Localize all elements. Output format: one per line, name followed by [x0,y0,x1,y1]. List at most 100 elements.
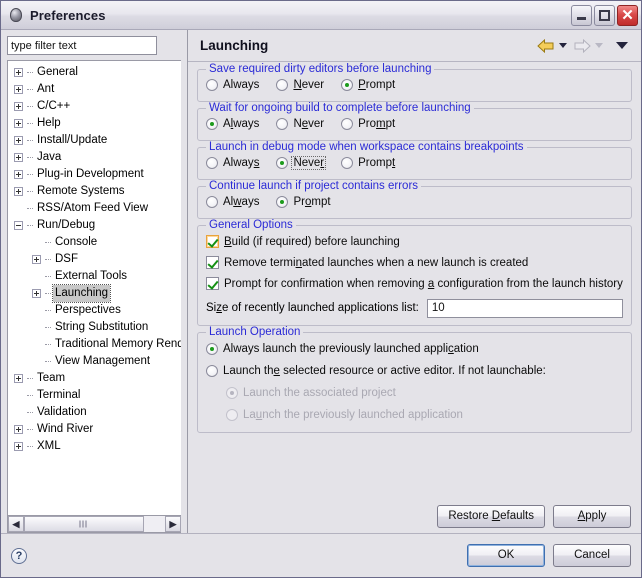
ok-button[interactable]: OK [467,544,545,567]
group-debug-mode-breakpoints: Launch in debug mode when workspace cont… [197,141,632,180]
radio-save-prompt[interactable]: Prompt [341,79,396,91]
radio-mark [276,79,289,91]
sidebar-item-validation[interactable]: Validation [8,404,181,421]
sidebar-item-dsf[interactable]: DSF [8,251,181,268]
sidebar-item-run-debug[interactable]: Run/Debug [8,217,181,234]
radio-debug-prompt[interactable]: Prompt [341,157,396,169]
sidebar-item-help[interactable]: Help [8,115,181,132]
back-dropdown-caret-icon[interactable] [559,43,567,48]
sidebar-item-rss-atom-feed-view[interactable]: RSS/Atom Feed View [8,200,181,217]
radio-mark [206,79,218,91]
sidebar-item-launching[interactable]: Launching [8,284,181,303]
radio-label: Prompt [358,118,396,130]
group-launch-operation: Launch Operation Always launch the previ… [197,326,632,433]
close-button[interactable]: ✕ [617,4,638,26]
radio-save-always[interactable]: Always [206,79,260,91]
radio-launch-selected-resource[interactable]: Launch the selected resource or active e… [206,365,547,377]
checkbox-build-before-launching[interactable]: Build (if required) before launching [206,231,623,252]
radio-errors-always[interactable]: Always [206,196,260,208]
sidebar-item-terminal[interactable]: Terminal [8,387,181,404]
radio-always-launch-previous[interactable]: Always launch the previously launched ap… [206,343,480,355]
radio-wait-prompt[interactable]: Prompt [341,118,396,130]
sidebar-item-c-c[interactable]: C/C++ [8,98,181,115]
preferences-tree[interactable]: General Ant C/C++ Help Install/Update Java Plu… [7,60,181,516]
eclipse-ball-icon [8,7,24,23]
group-legend: Launch in debug mode when workspace cont… [206,141,527,153]
apply-button[interactable]: Apply [553,504,631,528]
sidebar-item-traditional-memory-renderi[interactable]: Traditional Memory Renderi [8,336,181,353]
sidebar-item-label: Launching [51,284,112,303]
size-of-recent-list-input[interactable] [426,298,623,318]
radio-debug-always[interactable]: Always [206,157,260,169]
help-icon[interactable]: ? [11,547,27,564]
sidebar-item-console[interactable]: Console [8,234,181,251]
checkbox-remove-terminated-launches[interactable]: Remove terminated launches when a new la… [206,252,623,273]
sidebar-item-ant[interactable]: Ant [8,81,181,98]
sidebar-item-wind-river[interactable]: Wind River [8,421,181,438]
sidebar-item-install-update[interactable]: Install/Update [8,132,181,149]
group-legend: General Options [206,219,296,231]
sidebar-item-label: View Management [55,355,151,367]
expand-icon[interactable] [14,119,23,128]
radio-mark [276,118,289,130]
expand-icon[interactable] [14,425,23,434]
maximize-button[interactable] [594,4,615,26]
tree-connector [27,207,33,210]
expand-icon[interactable] [14,136,23,145]
minimize-button[interactable] [571,4,592,26]
tree-horizontal-scrollbar[interactable]: ◀ ▶ [7,516,181,533]
radio-mark [206,118,218,130]
radio-mark [206,343,218,355]
sidebar-item-label: Terminal [37,389,81,401]
sidebar-item-xml[interactable]: XML [8,438,181,455]
scroll-left-arrow-icon[interactable]: ◀ [8,516,24,532]
expand-icon[interactable] [14,442,23,451]
radio-mark [226,409,238,421]
dialog-body: General Ant C/C++ Help Install/Update Java Plu… [1,30,641,533]
apply-button-row: Restore Defaults Apply [188,499,641,533]
radio-label: Never [291,156,327,170]
scrollbar-track[interactable] [24,516,165,532]
sidebar-item-general[interactable]: General [8,64,181,81]
expand-icon[interactable] [32,289,41,298]
sidebar-item-team[interactable]: Team [8,370,181,387]
expand-icon[interactable] [14,68,23,77]
tree-connector [27,224,33,227]
radio-save-never[interactable]: Never [276,79,325,91]
sidebar-item-remote-systems[interactable]: Remote Systems [8,183,181,200]
expand-icon[interactable] [14,153,23,162]
tree-connector [27,377,33,380]
sidebar-item-view-management[interactable]: View Management [8,353,181,370]
radio-errors-prompt[interactable]: Prompt [276,196,331,208]
cancel-button[interactable]: Cancel [553,544,631,567]
restore-defaults-button[interactable]: Restore Defaults [437,504,545,528]
radio-debug-never[interactable]: Never [276,156,327,170]
sidebar-item-perspectives[interactable]: Perspectives [8,302,181,319]
checkbox-prompt-remove-configuration[interactable]: Prompt for confirmation when removing a … [206,273,623,294]
tree-connector [27,394,33,397]
expand-icon[interactable] [14,374,23,383]
group-general-options: General Options Build (if required) befo… [197,219,632,326]
collapse-icon[interactable] [14,221,23,230]
radio-wait-never[interactable]: Never [276,118,325,130]
scrollbar-thumb[interactable] [24,516,144,532]
radio-wait-always[interactable]: Always [206,118,260,130]
sidebar-item-label: Ant [37,83,55,95]
sidebar-item-plug-in-development[interactable]: Plug-in Development [8,166,181,183]
tree-connector [45,309,51,312]
filter-input[interactable] [7,36,157,55]
expand-icon[interactable] [32,255,41,264]
radio-mark [226,387,238,399]
sidebar-item-string-substitution[interactable]: String Substitution [8,319,181,336]
tree-connector [45,326,51,329]
sidebar-item-external-tools[interactable]: External Tools [8,268,181,285]
expand-icon[interactable] [14,187,23,196]
back-arrow-icon[interactable] [537,38,555,53]
sidebar-item-java[interactable]: Java [8,149,181,166]
view-menu-icon[interactable] [616,42,628,49]
expand-icon[interactable] [14,85,23,94]
expand-icon[interactable] [14,170,23,179]
scroll-right-arrow-icon[interactable]: ▶ [165,516,181,532]
preferences-dialog: Preferences ✕ General Ant C/C++ Help Install… [0,0,642,578]
expand-icon[interactable] [14,102,23,111]
